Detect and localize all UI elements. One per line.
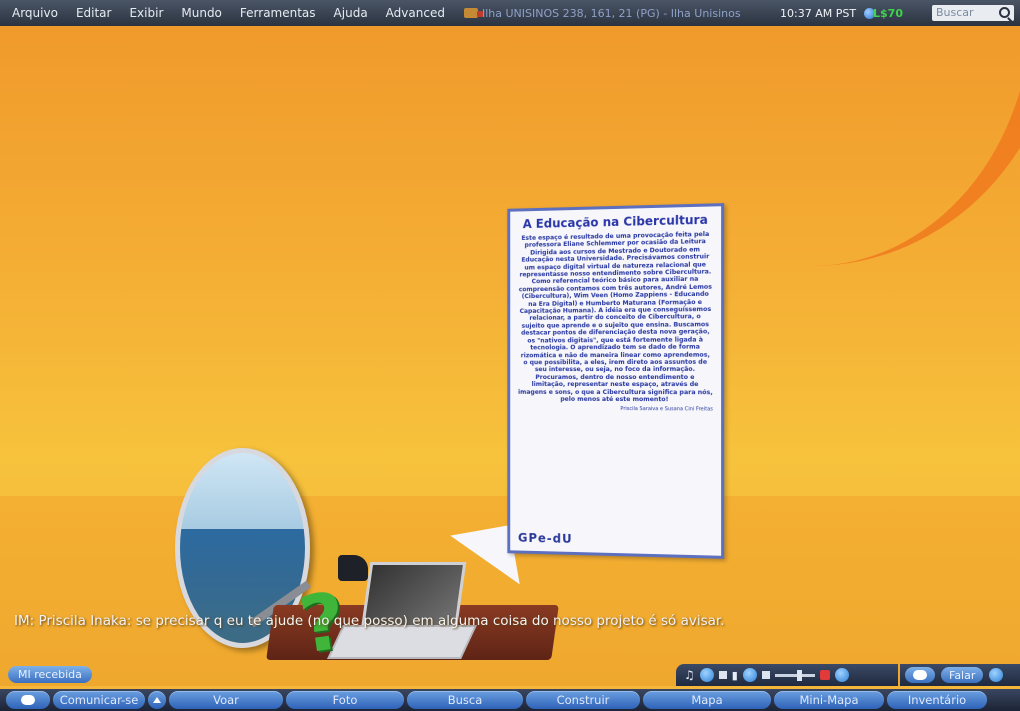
location-link[interactable]: Ilha UNISINOS 238, 161, 21 (PG) - Ilha U… bbox=[463, 6, 741, 20]
search-icon[interactable] bbox=[999, 7, 1010, 18]
chat-button[interactable] bbox=[6, 691, 50, 709]
search-placeholder: Buscar bbox=[936, 6, 974, 19]
music-stop-icon[interactable] bbox=[718, 671, 727, 679]
menu-ajuda[interactable]: Ajuda bbox=[325, 6, 377, 20]
menu-mundo[interactable]: Mundo bbox=[172, 6, 231, 20]
fly-button[interactable]: Voar bbox=[169, 691, 283, 709]
parcel-icon bbox=[463, 8, 483, 18]
location-text: Ilha UNISINOS 238, 161, 21 (PG) - Ilha U… bbox=[481, 6, 741, 20]
map-button[interactable]: Mapa bbox=[643, 691, 771, 709]
media-controls: ♫ ▮ bbox=[676, 664, 898, 686]
chat-bubble-icon bbox=[913, 670, 927, 680]
board-body: Este espaço é resultado de uma provocaçã… bbox=[518, 230, 713, 404]
menu-ferramentas[interactable]: Ferramentas bbox=[231, 6, 325, 20]
communicate-expand-button[interactable] bbox=[148, 691, 166, 709]
build-button[interactable]: Construir bbox=[526, 691, 640, 709]
im-received-button[interactable]: MI recebida bbox=[8, 666, 92, 683]
fly-label: Voar bbox=[213, 693, 239, 707]
menu-exibir[interactable]: Exibir bbox=[120, 6, 172, 20]
clock: 10:37 AM PST bbox=[780, 0, 876, 26]
balance[interactable]: L$70 bbox=[873, 0, 903, 26]
board-signature: Priscila Saraiva e Susana Cini Freitas bbox=[620, 406, 713, 413]
expand-icon[interactable] bbox=[834, 668, 849, 682]
clock-text: 10:37 AM PST bbox=[780, 6, 857, 20]
inventory-button[interactable]: Inventário bbox=[887, 691, 987, 709]
music-icon[interactable]: ♫ bbox=[684, 668, 695, 682]
arrow-up-icon bbox=[153, 697, 161, 703]
lamp[interactable] bbox=[338, 555, 368, 581]
minimap-button[interactable]: Mini-Mapa bbox=[774, 691, 884, 709]
media-play-icon[interactable] bbox=[742, 668, 757, 682]
communicate-button[interactable]: Comunicar-se bbox=[53, 691, 145, 709]
inventory-label: Inventário bbox=[907, 693, 967, 707]
snapshot-button[interactable]: Foto bbox=[286, 691, 404, 709]
music-play-icon[interactable] bbox=[699, 668, 714, 682]
build-label: Construir bbox=[556, 693, 610, 707]
search-label: Busca bbox=[447, 693, 483, 707]
orange-ribbon bbox=[812, 26, 1020, 266]
voice-expand-icon[interactable] bbox=[989, 668, 1004, 682]
board-logo: GPe-dU bbox=[517, 530, 573, 546]
world-view[interactable]: A Educação na Cibercultura Este espaço é… bbox=[0, 26, 1020, 686]
media-icon[interactable]: ▮ bbox=[732, 669, 738, 682]
bottom-toolbar: Comunicar-se Voar Foto Busca Construir M… bbox=[0, 689, 1020, 711]
board-title: A Educação na Cibercultura bbox=[522, 212, 708, 232]
chat-icon bbox=[21, 695, 35, 705]
search-input[interactable]: Buscar bbox=[932, 5, 1014, 21]
volume-slider[interactable] bbox=[774, 669, 815, 681]
search-button[interactable]: Busca bbox=[407, 691, 523, 709]
media-stop-icon[interactable] bbox=[761, 671, 770, 679]
im-message: IM: Priscila Inaka: se precisar q eu te … bbox=[14, 613, 725, 629]
info-board[interactable]: A Educação na Cibercultura Este espaço é… bbox=[507, 203, 725, 559]
minimap-label: Mini-Mapa bbox=[799, 693, 859, 707]
speak-label: Falar bbox=[949, 668, 976, 682]
communicate-label: Comunicar-se bbox=[59, 693, 139, 707]
balance-text: L$70 bbox=[873, 6, 903, 20]
speak-button[interactable]: Falar bbox=[941, 667, 984, 683]
menu-advanced[interactable]: Advanced bbox=[377, 6, 454, 20]
snapshot-label: Foto bbox=[332, 693, 358, 707]
map-label: Mapa bbox=[691, 693, 723, 707]
mute-icon[interactable] bbox=[819, 670, 830, 680]
voice-chat-button[interactable] bbox=[905, 667, 935, 683]
voice-controls: Falar bbox=[900, 664, 1020, 686]
menu-arquivo[interactable]: Arquivo bbox=[0, 6, 67, 20]
menu-editar[interactable]: Editar bbox=[67, 6, 121, 20]
